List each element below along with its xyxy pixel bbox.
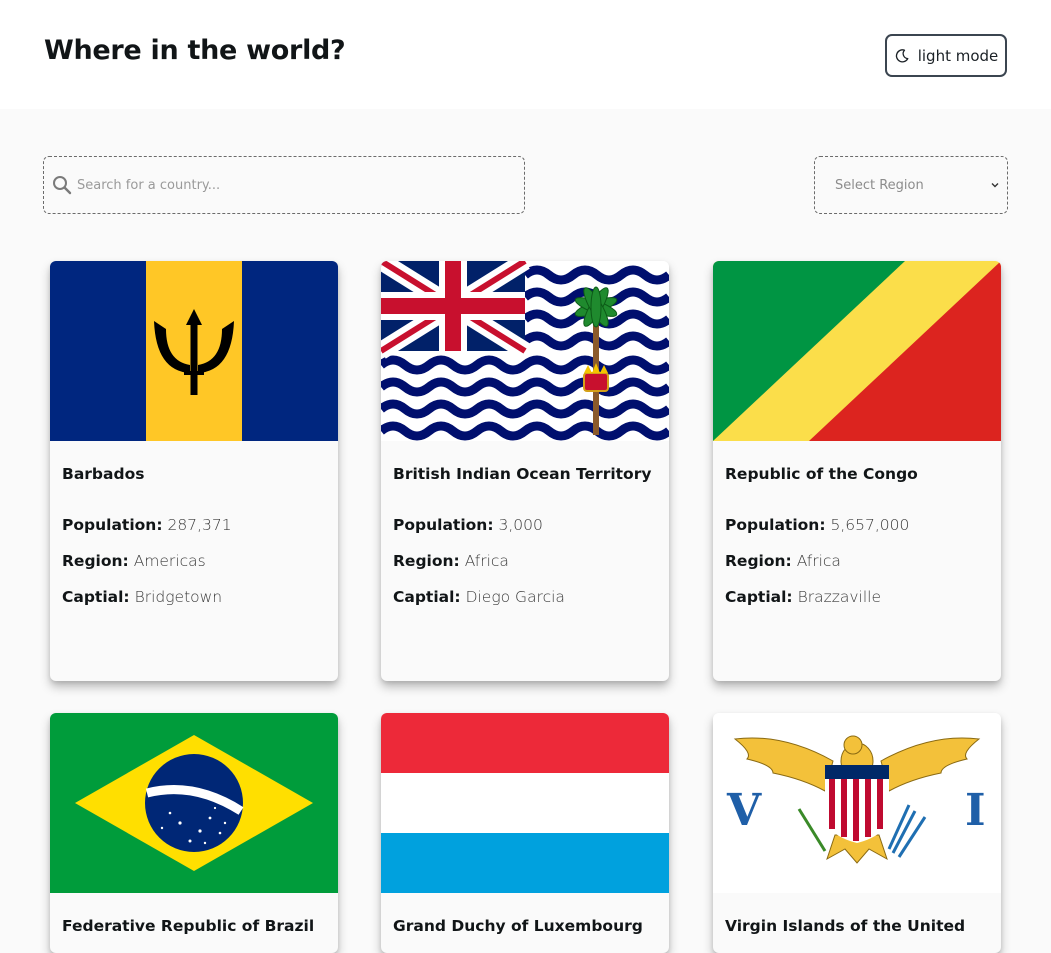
region-row: Region: Africa [725, 552, 841, 570]
country-name: British Indian Ocean Territory [393, 465, 652, 483]
usvi-flag: V I [713, 713, 1001, 893]
region-select-value: Select Region [835, 177, 924, 193]
moon-icon [895, 48, 909, 62]
country-card[interactable]: Republic of the Congo Population: 5,657,… [713, 261, 1001, 681]
country-name: Barbados [62, 465, 145, 483]
region-select[interactable]: Select Region [814, 156, 1008, 214]
biot-flag [381, 261, 669, 441]
barbados-flag [50, 261, 338, 441]
page-title: Where in the world? [44, 35, 346, 66]
country-name: Republic of the Congo [725, 465, 918, 483]
svg-text:I: I [965, 785, 986, 836]
region-row: Region: Americas [62, 552, 206, 570]
search-icon [53, 176, 72, 195]
country-name: Grand Duchy of Luxembourg [393, 917, 643, 935]
country-card[interactable]: Federative Republic of Brazil [50, 713, 338, 953]
capital-row: Captial: Bridgetown [62, 588, 223, 606]
country-name: Virgin Islands of the United [725, 917, 966, 935]
search-box[interactable] [43, 156, 525, 214]
capital-row: Captial: Brazzaville [725, 588, 881, 606]
country-card[interactable]: V I Virgin Islands of the United [713, 713, 1001, 953]
capital-row: Captial: Diego Garcia [393, 588, 565, 606]
population-row: Population: 287,371 [62, 516, 232, 534]
svg-text:V: V [726, 785, 762, 836]
region-row: Region: Africa [393, 552, 509, 570]
brazil-flag [50, 713, 338, 893]
country-card[interactable]: British Indian Ocean Territory Populatio… [381, 261, 669, 681]
population-row: Population: 5,657,000 [725, 516, 910, 534]
theme-toggle-button[interactable]: light mode [885, 34, 1007, 77]
top-header: Where in the world? light mode [0, 0, 1051, 109]
population-row: Population: 3,000 [393, 516, 543, 534]
search-input[interactable] [77, 177, 497, 193]
chevron-down-icon [991, 183, 999, 188]
country-card[interactable]: Grand Duchy of Luxembourg [381, 713, 669, 953]
country-card[interactable]: Barbados Population: 287,371 Region: Ame… [50, 261, 338, 681]
theme-toggle-label: light mode [917, 46, 999, 65]
country-name: Federative Republic of Brazil [62, 917, 315, 935]
congo-flag [713, 261, 1001, 441]
luxembourg-flag [381, 713, 669, 893]
